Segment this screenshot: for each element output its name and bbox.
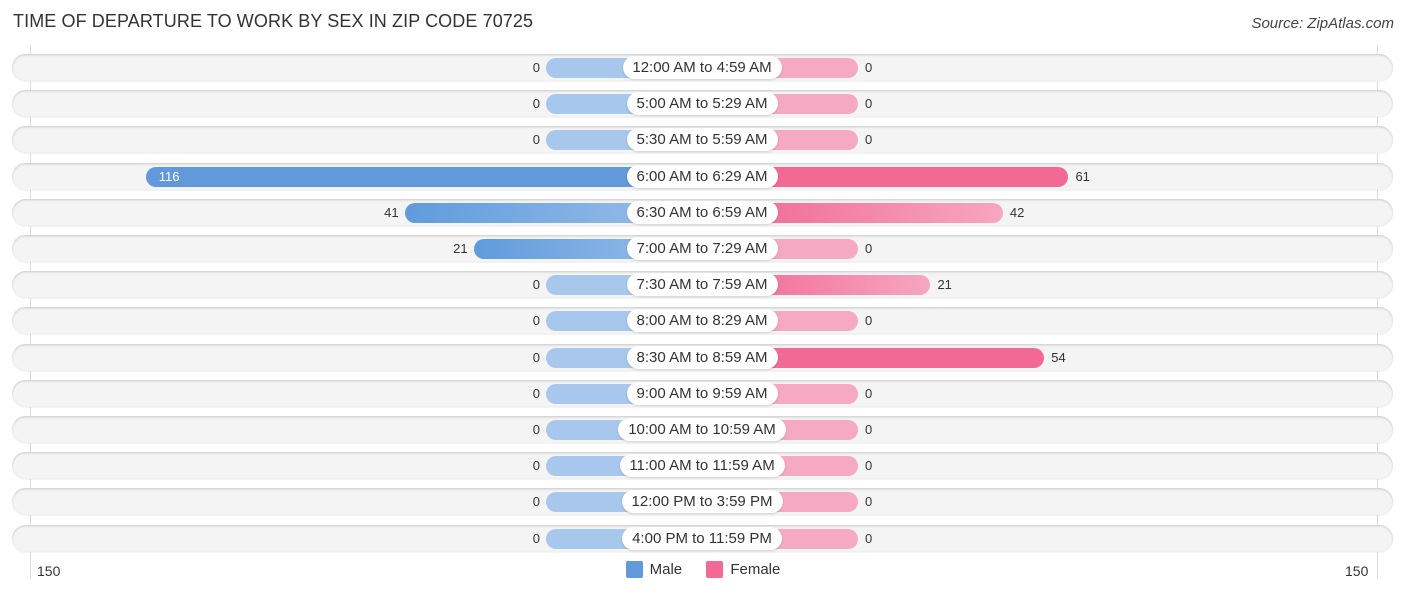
category-label: 6:00 AM to 6:29 AM — [626, 165, 778, 188]
legend-item-male[interactable]: Male — [625, 561, 683, 578]
chart-title: TIME OF DEPARTURE TO WORK BY SEX IN ZIP … — [13, 11, 534, 31]
female-value-label: 0 — [865, 60, 873, 75]
male-value-label: 0 — [532, 494, 540, 509]
category-label: 8:30 AM to 8:59 AM — [626, 346, 778, 369]
male-value-label: 0 — [532, 277, 540, 292]
male-value-label: 0 — [532, 422, 540, 437]
source-label: Source: ZipAtlas.com — [1251, 15, 1394, 32]
male-value-label: 41 — [384, 205, 399, 220]
male-value-label: 0 — [532, 531, 540, 546]
female-value-label: 61 — [1075, 169, 1090, 184]
female-value-label: 0 — [865, 96, 873, 111]
male-value-label: 0 — [532, 313, 540, 328]
legend-swatch-female — [706, 561, 724, 578]
female-value-label: 54 — [1051, 350, 1066, 365]
male-value-label: 0 — [532, 132, 540, 147]
female-value-label: 42 — [1009, 205, 1025, 220]
female-value-label: 0 — [865, 458, 873, 473]
female-value-label: 0 — [865, 494, 873, 509]
male-value-label: 0 — [532, 96, 540, 111]
category-label: 5:30 AM to 5:59 AM — [626, 128, 778, 151]
male-bar[interactable] — [145, 167, 702, 187]
category-label: 7:00 AM to 7:29 AM — [626, 237, 778, 260]
female-value-label: 0 — [865, 132, 873, 147]
category-label: 12:00 AM to 4:59 AM — [622, 56, 782, 79]
legend-swatch-male — [625, 561, 643, 578]
category-label: 9:00 AM to 9:59 AM — [626, 382, 778, 405]
female-value-label: 0 — [865, 531, 873, 546]
category-label: 6:30 AM to 6:59 AM — [626, 201, 778, 224]
male-value-label: 21 — [453, 241, 468, 256]
female-value-label: 0 — [865, 313, 873, 328]
legend: Male Female — [0, 561, 1406, 582]
female-value-label: 0 — [865, 241, 873, 256]
female-value-label: 0 — [865, 422, 873, 437]
category-label: 7:30 AM to 7:59 AM — [626, 273, 778, 296]
female-value-label: 0 — [865, 386, 873, 401]
male-value-label: 0 — [532, 350, 540, 365]
legend-item-female[interactable]: Female — [706, 561, 780, 578]
male-value-label: 116 — [158, 169, 180, 184]
female-value-label: 21 — [937, 277, 952, 292]
legend-label-male: Male — [649, 561, 683, 578]
category-label: 10:00 AM to 10:59 AM — [618, 418, 786, 441]
male-value-label: 0 — [532, 60, 540, 75]
category-label: 5:00 AM to 5:29 AM — [626, 92, 778, 115]
legend-label-female: Female — [730, 561, 781, 578]
category-label: 12:00 PM to 3:59 PM — [621, 490, 783, 513]
male-value-label: 0 — [532, 458, 540, 473]
category-label: 11:00 AM to 11:59 AM — [619, 454, 785, 477]
category-label: 4:00 PM to 11:59 PM — [622, 527, 782, 550]
male-value-label: 0 — [532, 386, 540, 401]
category-label: 8:00 AM to 8:29 AM — [626, 309, 778, 332]
